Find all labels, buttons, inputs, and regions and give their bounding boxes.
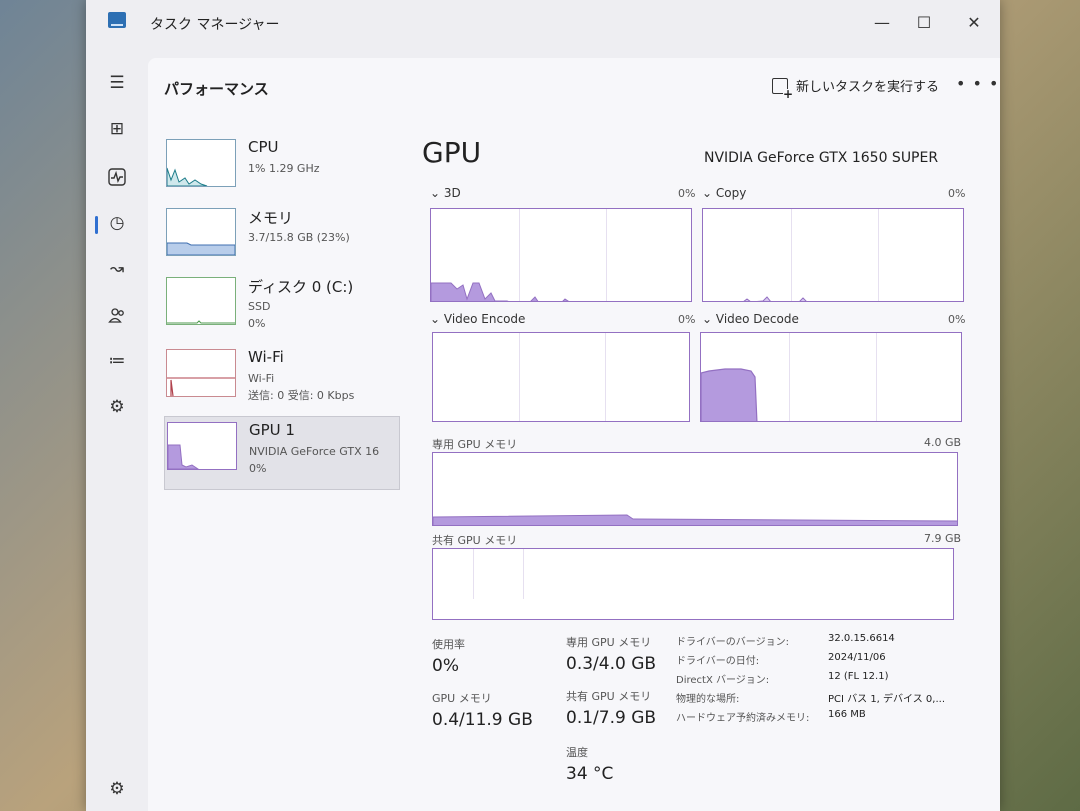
menu-icon[interactable]: ☰ [102,68,132,98]
detail-value: 166 MB [828,709,866,720]
cpu-thumbnail-graph [166,139,236,187]
device-gpu[interactable]: GPU 1 NVIDIA GeForce GTX 16 0% [164,416,400,490]
task-manager-app-icon [108,12,126,28]
device-detail: 3.7/15.8 GB (23%) [248,231,350,244]
window-title: タスク マネージャー [150,17,280,33]
engine-3d-value: 0% [678,187,696,200]
engine-copy-graph [702,208,964,302]
device-detail-line: 0% [249,462,267,475]
engine-3d-dropdown[interactable]: ⌄ 3D [430,186,461,200]
gpu-thumbnail-graph [167,422,237,470]
temperature-value: 34 °C [566,764,614,784]
performance-icon[interactable] [102,162,132,192]
engine-video-decode-graph [700,332,962,422]
detail-label: DirectX バージョン: [676,675,770,686]
device-detail-line: Wi-Fi [248,372,275,385]
device-wifi[interactable]: Wi-Fi Wi-Fi 送信: 0 受信: 0 Kbps [164,344,400,418]
engine-copy-dropdown[interactable]: ⌄ Copy [702,186,746,200]
gpu-memory-value: 0.4/11.9 GB [432,710,533,730]
device-detail: Wi-Fi 送信: 0 受信: 0 Kbps [248,370,354,404]
maximize-button[interactable]: ☐ [904,6,944,38]
services-icon[interactable]: ⚙ [102,392,132,422]
engine-video-decode-dropdown[interactable]: ⌄ Video Decode [702,312,799,326]
shared-memory-graph [432,548,954,620]
detail-label: ハードウェア予約済みメモリ: [676,713,810,724]
engine-video-encode-graph [432,332,690,422]
detail-label: ドライバーのバージョン: [676,637,789,648]
gpu-model: NVIDIA GeForce GTX 1650 SUPER [704,150,939,166]
gpu-heading: GPU [422,136,482,169]
device-name: CPU [248,138,279,156]
engine-3d-graph [430,208,692,302]
device-name: GPU 1 [249,421,295,439]
processes-icon[interactable]: ⊞ [102,114,132,144]
wifi-thumbnail-graph [166,349,236,397]
detail-label: 物理的な場所: [676,694,740,705]
details-icon[interactable]: ≔ [102,346,132,376]
run-task-label: 新しいタスクを実行する [796,80,940,95]
performance-panel: パフォーマンス 新しいタスクを実行する • • • CPU 1% 1.29 GH… [148,58,1000,811]
device-name: メモリ [248,209,294,227]
shared-stat-value: 0.1/7.9 GB [566,708,657,728]
grid-line [519,333,520,421]
engine-video-encode-value: 0% [678,313,696,326]
title-bar: タスク マネージャー — ☐ ✕ [86,0,1000,48]
usage-label: 使用率 [432,638,465,651]
device-name: ディスク 0 (C:) [248,278,354,296]
temperature-label: 温度 [566,746,588,759]
detail-label: ドライバーの日付: [676,656,760,667]
disk-thumbnail-graph [166,277,236,325]
navigation-rail: ☰ ⊞ ◷ ↝ ≔ ⚙ ⚙ [86,48,148,811]
device-cpu[interactable]: CPU 1% 1.29 GHz [164,134,400,208]
dedicated-memory-max: 4.0 GB [924,436,962,449]
close-button[interactable]: ✕ [954,6,994,38]
device-name: Wi-Fi [248,348,284,366]
shared-memory-label: 共有 GPU メモリ [432,534,518,547]
settings-icon[interactable]: ⚙ [102,774,132,804]
selected-indicator [95,216,98,234]
device-detail-line: 送信: 0 受信: 0 Kbps [248,389,355,402]
gpu-memory-label: GPU メモリ [432,692,492,705]
minimize-button[interactable]: — [862,6,902,38]
dedicated-stat-label: 専用 GPU メモリ [566,636,652,649]
memory-thumbnail-graph [166,208,236,256]
detail-value: 32.0.15.6614 [828,633,895,644]
page-title: パフォーマンス [164,80,269,98]
detail-value: PCI バス 1, デバイス 0,... [828,694,945,705]
startup-apps-icon[interactable]: ↝ [102,254,132,284]
detail-value: 2024/11/06 [828,652,886,663]
users-icon[interactable] [102,300,132,330]
app-history-icon[interactable]: ◷ [102,208,132,238]
dedicated-memory-label: 専用 GPU メモリ [432,438,518,451]
detail-value: 12 (FL 12.1) [828,671,889,682]
usage-value: 0% [432,656,459,676]
run-new-task-button[interactable]: 新しいタスクを実行する [772,76,940,99]
device-detail-line: SSD [248,300,271,313]
dedicated-stat-value: 0.3/4.0 GB [566,654,657,674]
more-options-button[interactable]: • • • [956,74,999,93]
shared-memory-max: 7.9 GB [924,532,962,545]
engine-video-encode-dropdown[interactable]: ⌄ Video Encode [430,312,525,326]
task-manager-window: タスク マネージャー — ☐ ✕ ☰ ⊞ ◷ ↝ ≔ ⚙ ⚙ パフォーマンス 新… [86,0,1000,811]
run-task-icon [772,77,793,99]
grid-line [605,333,606,421]
engine-copy-value: 0% [948,187,966,200]
device-memory[interactable]: メモリ 3.7/15.8 GB (23%) [164,203,400,277]
device-detail: 1% 1.29 GHz [248,162,320,175]
engine-video-decode-value: 0% [948,313,966,326]
device-detail: NVIDIA GeForce GTX 16 0% [249,443,379,477]
device-detail-line: 0% [248,317,266,330]
device-disk[interactable]: ディスク 0 (C:) SSD 0% [164,272,400,346]
device-detail-line: NVIDIA GeForce GTX 16 [249,445,380,458]
device-detail: SSD 0% [248,298,270,332]
shared-stat-label: 共有 GPU メモリ [566,690,652,703]
dedicated-memory-graph [432,452,958,526]
